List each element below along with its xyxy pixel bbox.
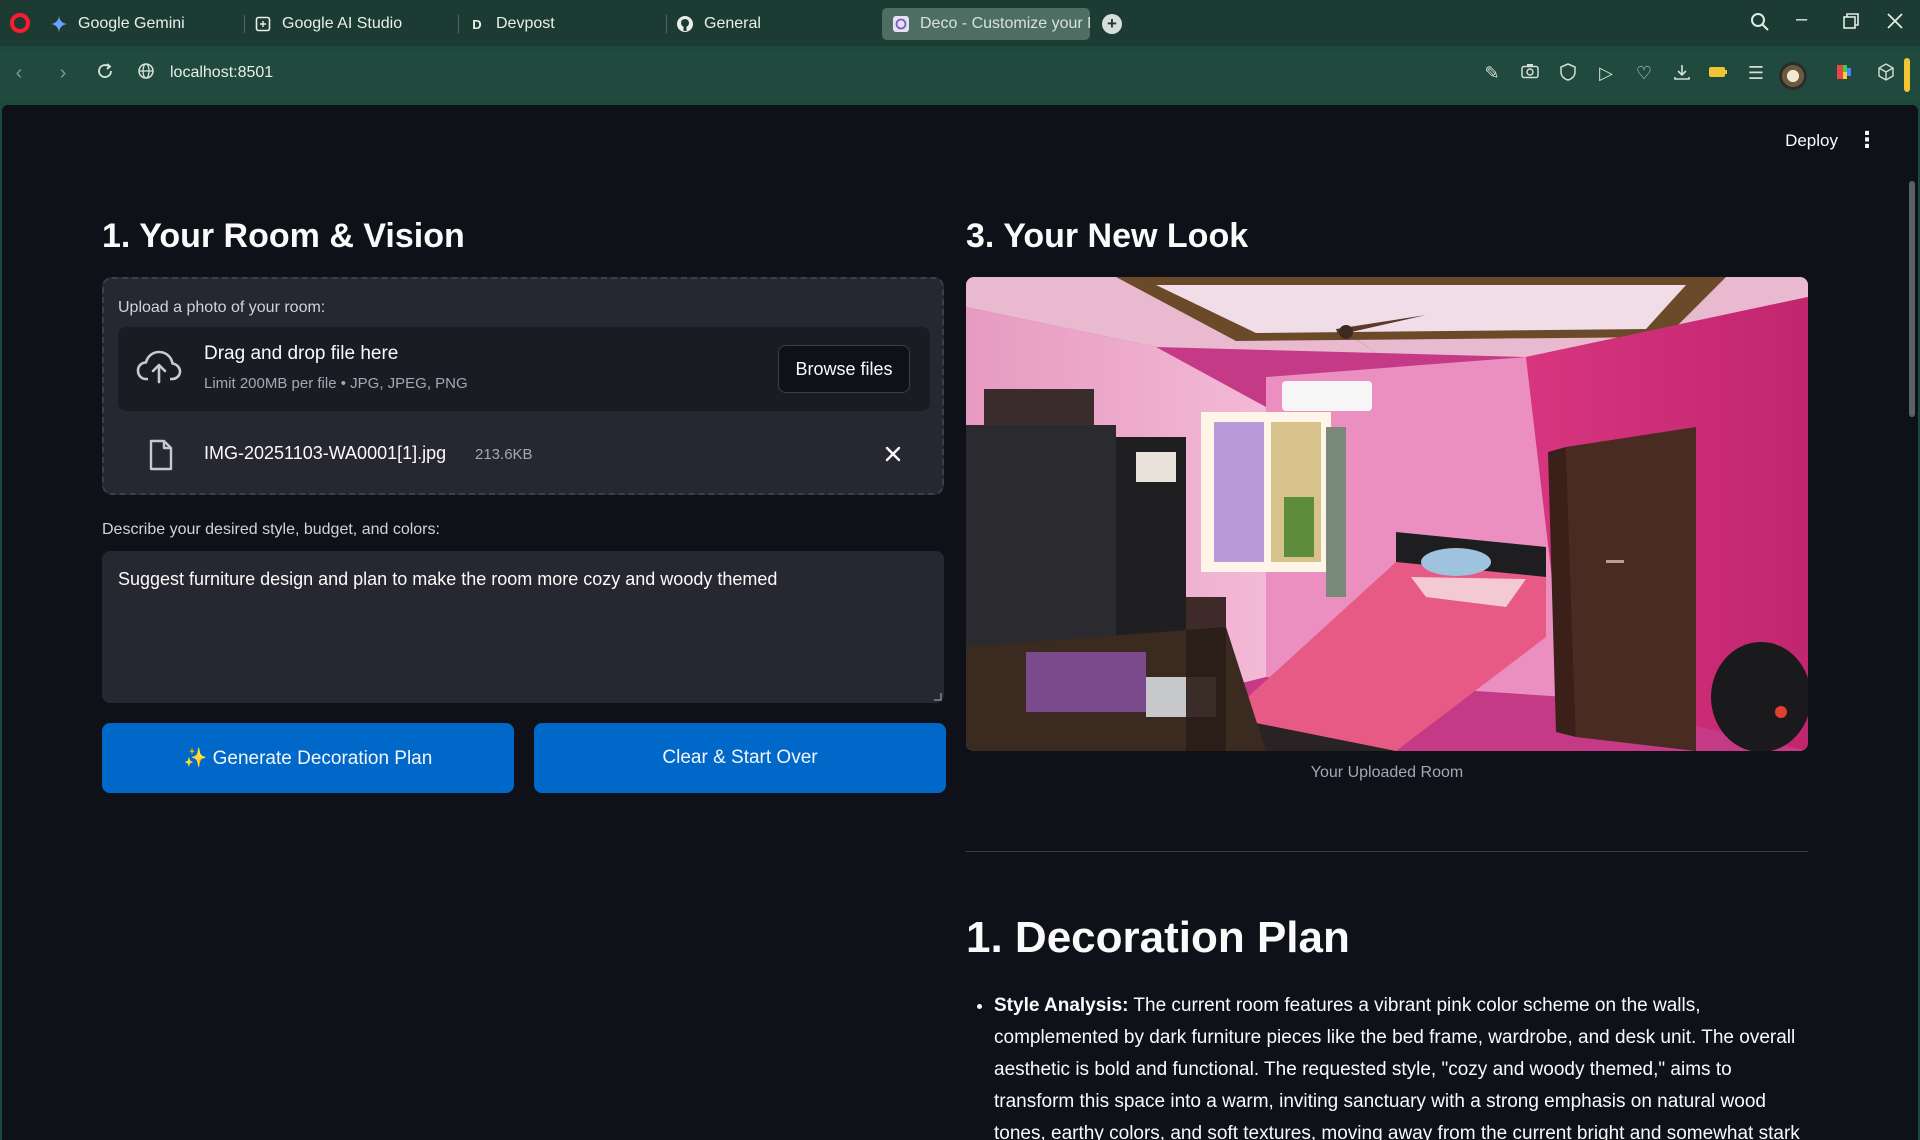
address-bar: ‹ › localhost:8501 ✎ ▷ ♡ ☰ bbox=[0, 50, 1920, 100]
downloads-icon[interactable] bbox=[1670, 63, 1694, 86]
dropzone-limits: Limit 200MB per file • JPG, JPEG, PNG bbox=[204, 375, 468, 392]
url-text[interactable]: localhost:8501 bbox=[170, 64, 273, 82]
browse-files-button[interactable]: Browse files bbox=[778, 345, 910, 393]
search-tabs-icon[interactable] bbox=[1750, 12, 1770, 38]
tab-general[interactable]: General bbox=[666, 8, 866, 40]
file-uploader: Upload a photo of your room: Drag and dr… bbox=[102, 277, 944, 495]
tab-deco-active[interactable]: Deco - Customize your Ro bbox=[882, 8, 1090, 40]
uploader-label: Upload a photo of your room: bbox=[118, 299, 326, 316]
devpost-icon: D bbox=[472, 16, 482, 32]
clear-start-over-label: Clear & Start Over bbox=[662, 747, 818, 768]
site-info-globe-icon[interactable] bbox=[133, 62, 159, 86]
easy-files-menu-icon[interactable]: ☰ bbox=[1744, 63, 1768, 84]
favorites-heart-icon[interactable]: ♡ bbox=[1632, 63, 1656, 84]
section-title-new-look: 3. Your New Look bbox=[966, 217, 1249, 255]
extension-puzzle-icon[interactable] bbox=[1832, 63, 1856, 86]
gemini-icon bbox=[50, 15, 68, 33]
clear-start-over-button[interactable]: Clear & Start Over bbox=[534, 723, 946, 793]
section-title-room-vision: 1. Your Room & Vision bbox=[102, 217, 465, 255]
tab-label: General bbox=[704, 15, 761, 32]
generate-plan-button[interactable]: ✨ Generate Decoration Plan bbox=[102, 723, 514, 793]
opera-logo-icon[interactable] bbox=[10, 13, 30, 33]
new-tab-plus-icon[interactable]: + bbox=[1102, 14, 1122, 34]
app-icon bbox=[892, 15, 910, 33]
plan-content: Style Analysis: The current room feature… bbox=[966, 990, 1808, 1140]
page-scrollbar[interactable] bbox=[1909, 181, 1915, 417]
plan-item-text: The current room features a vibrant pink… bbox=[994, 995, 1800, 1140]
restore-icon[interactable] bbox=[1842, 12, 1860, 36]
plan-item: Style Analysis: The current room feature… bbox=[994, 990, 1808, 1140]
vpn-shield-icon[interactable] bbox=[1556, 63, 1580, 86]
remove-file-close-icon[interactable] bbox=[884, 439, 902, 470]
tab-strip: Google Gemini Google AI Studio D Devpost… bbox=[0, 0, 1920, 46]
file-icon bbox=[148, 439, 174, 476]
tab-google-ai-studio[interactable]: Google AI Studio bbox=[244, 8, 444, 40]
main-menu-kebab-icon[interactable]: ⋮ bbox=[1856, 127, 1878, 153]
file-size: 213.6KB bbox=[475, 446, 533, 463]
ai-studio-icon bbox=[254, 15, 272, 33]
cloud-upload-icon bbox=[136, 349, 182, 390]
browser-window: Google Gemini Google AI Studio D Devpost… bbox=[0, 0, 1920, 1140]
forward-icon[interactable]: › bbox=[50, 62, 76, 85]
description-label: Describe your desired style, budget, and… bbox=[102, 521, 440, 538]
image-caption: Your Uploaded Room bbox=[1310, 764, 1464, 781]
back-icon[interactable]: ‹ bbox=[6, 62, 32, 85]
github-icon bbox=[676, 15, 694, 33]
tab-label: Google Gemini bbox=[78, 15, 185, 32]
tab-label: Google AI Studio bbox=[282, 15, 403, 32]
textarea-resize-handle[interactable] bbox=[934, 693, 942, 701]
sidebar-indicator bbox=[1904, 58, 1910, 92]
close-window-icon[interactable] bbox=[1886, 12, 1904, 36]
tab-google-gemini[interactable]: Google Gemini bbox=[40, 8, 240, 40]
uploaded-room-image bbox=[966, 277, 1808, 751]
tab-label: Devpost bbox=[496, 15, 555, 32]
player-icon[interactable]: ▷ bbox=[1594, 63, 1618, 84]
file-name: IMG-20251103-WA0001[1].jpg bbox=[204, 443, 447, 463]
snapshot-camera-icon[interactable] bbox=[1518, 63, 1542, 84]
plan-item-heading: Style Analysis: bbox=[994, 995, 1129, 1016]
streamlit-app: Deploy ⋮ 1. Your Room & Vision Upload a … bbox=[2, 105, 1918, 1140]
deploy-button[interactable]: Deploy bbox=[1785, 131, 1838, 151]
minimize-icon[interactable]: – bbox=[1796, 8, 1807, 31]
dropzone-title: Drag and drop file here bbox=[204, 343, 399, 364]
divider bbox=[966, 851, 1808, 852]
uploaded-file-row: IMG-20251103-WA0001[1].jpg 213.6KB bbox=[118, 429, 930, 481]
style-description-textarea[interactable]: Suggest furniture design and plan to mak… bbox=[102, 551, 944, 703]
tab-label: Deco - Customize your Ro bbox=[920, 15, 1090, 32]
plan-title: 1. Decoration Plan bbox=[966, 913, 1350, 962]
generate-plan-label: ✨ Generate Decoration Plan bbox=[183, 748, 433, 769]
extensions-cube-icon[interactable] bbox=[1874, 63, 1898, 86]
dropzone[interactable]: Drag and drop file here Limit 200MB per … bbox=[118, 327, 930, 411]
tab-devpost[interactable]: D Devpost bbox=[458, 8, 658, 40]
easy-setup-icon[interactable]: ✎ bbox=[1480, 63, 1504, 84]
profile-avatar[interactable] bbox=[1779, 62, 1807, 90]
battery-saver-icon[interactable] bbox=[1706, 63, 1730, 84]
reload-icon[interactable] bbox=[92, 62, 118, 86]
